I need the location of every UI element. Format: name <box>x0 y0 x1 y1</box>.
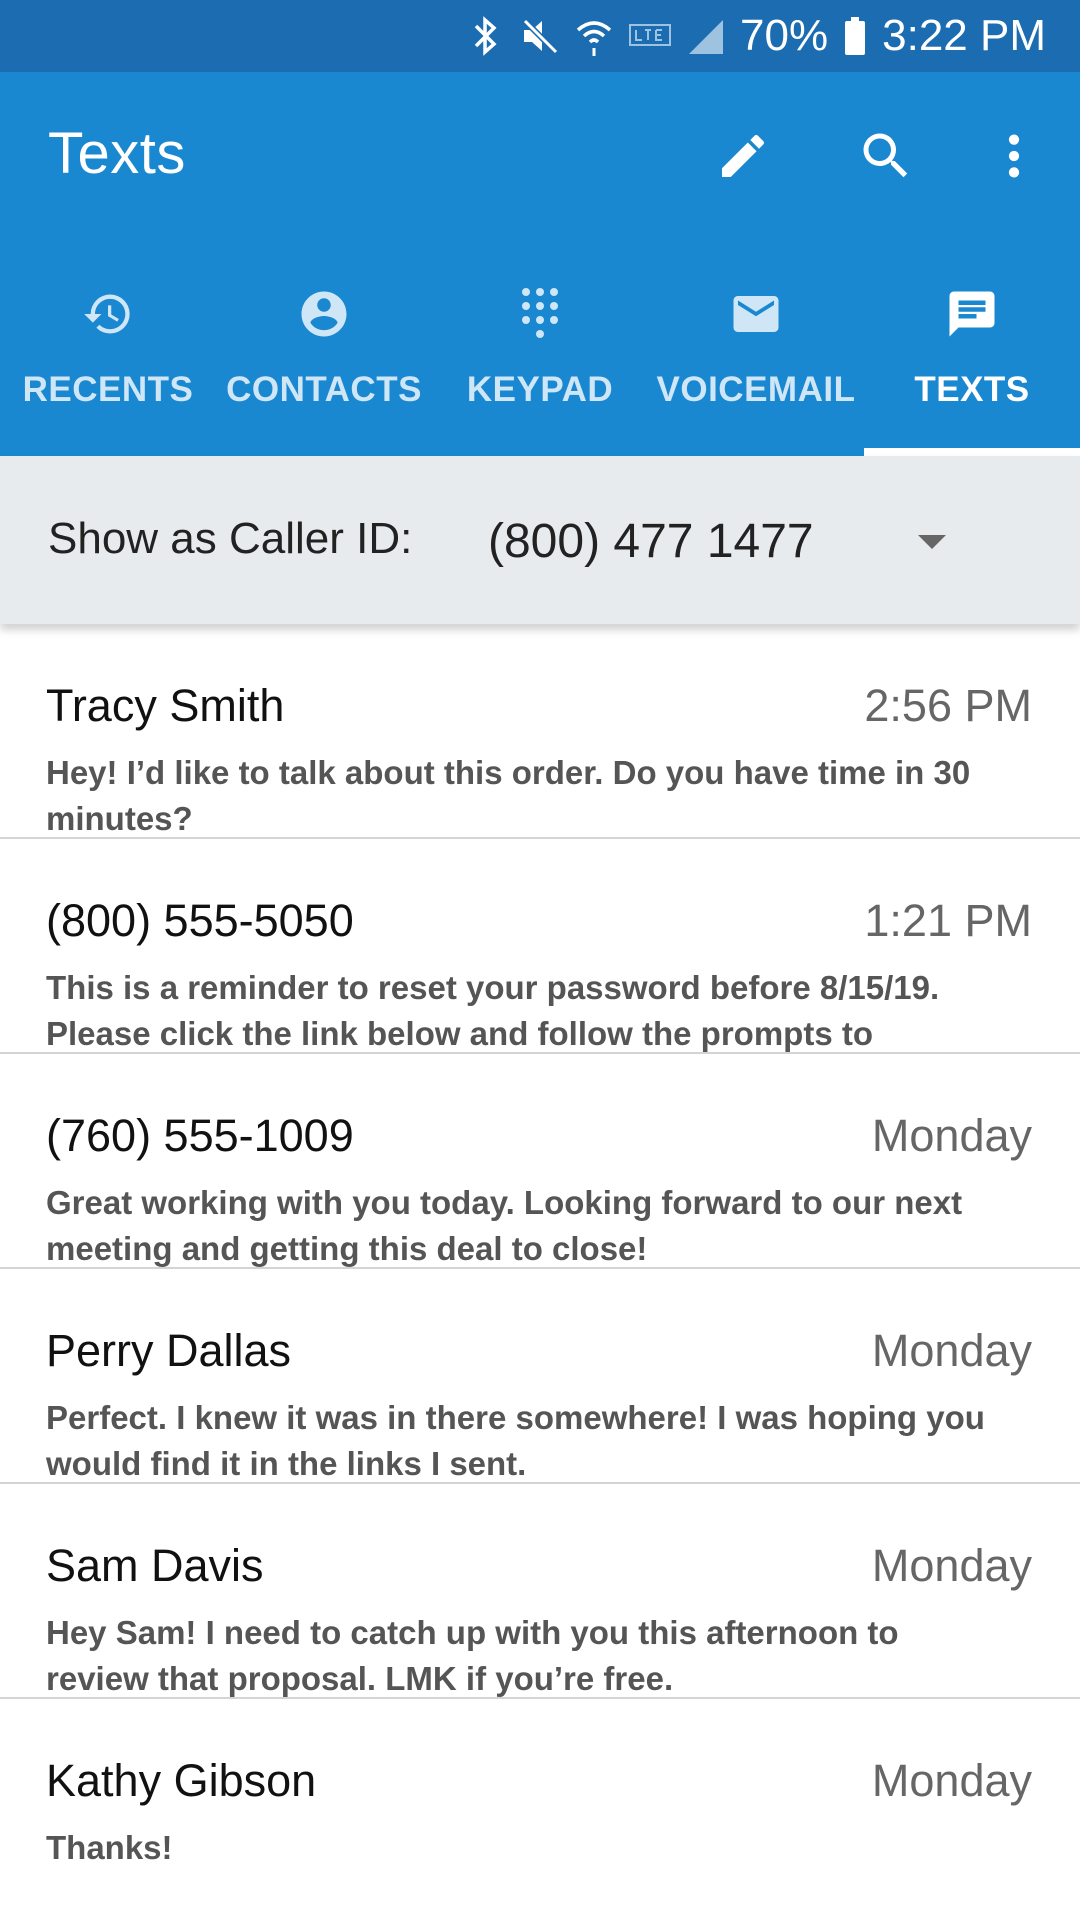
thread-preview: Perfect. I knew it was in there somewher… <box>46 1399 985 1482</box>
thread-item[interactable]: Sam Davis Monday Hey Sam! I need to catc… <box>0 1484 1080 1699</box>
thread-item[interactable]: (800) 555-5050 1:21 PM This is a reminde… <box>0 839 1080 1054</box>
battery-percent: 70% <box>740 11 829 60</box>
thread-sender: Tracy Smith <box>46 680 285 731</box>
more-vert-icon <box>1008 134 1020 178</box>
search-button[interactable] <box>846 116 926 196</box>
caller-id-selector[interactable]: Show as Caller ID: (800) 477 1477 <box>0 456 1080 624</box>
thread-item[interactable]: (760) 555-1009 Monday Great working with… <box>0 1054 1080 1269</box>
caller-id-label: Show as Caller ID: <box>48 514 413 563</box>
lte-icon <box>628 12 672 60</box>
dropdown-arrow-icon[interactable] <box>900 510 964 574</box>
mail-icon <box>726 284 786 344</box>
thread-sender: (760) 555-1009 <box>46 1110 354 1161</box>
tab-voicemail[interactable]: VOICEMAIL <box>648 272 864 456</box>
wifi-icon <box>574 12 614 60</box>
thread-preview: Hey Sam! I need to catch up with you thi… <box>46 1614 899 1697</box>
caller-id-value[interactable]: (800) 477 1477 <box>488 514 814 569</box>
tab-label: RECENTS <box>22 370 194 409</box>
tab-keypad[interactable]: KEYPAD <box>432 272 648 456</box>
thread-sender: Kathy Gibson <box>46 1755 317 1806</box>
mute-icon <box>520 12 560 60</box>
tab-bar: RECENTS CONTACTS KEYPAD VOICEMAIL TEXTS <box>0 272 1080 456</box>
thread-time: 1:21 PM <box>864 895 1032 946</box>
page-title: Texts <box>48 121 186 186</box>
compose-button[interactable] <box>703 116 783 196</box>
thread-time: Monday <box>871 1755 1032 1806</box>
bluetooth-icon <box>466 12 506 60</box>
status-bar: 70% 3:22 PM <box>0 0 1080 72</box>
clock: 3:22 PM <box>882 11 1046 60</box>
signal-icon <box>686 12 726 60</box>
tab-texts[interactable]: TEXTS <box>864 272 1080 456</box>
status-icons: 70% 3:22 PM <box>466 0 1046 72</box>
active-tab-indicator <box>864 448 1080 456</box>
more-options-button[interactable] <box>974 116 1054 196</box>
thread-item[interactable]: Perry Dallas Monday Perfect. I knew it w… <box>0 1269 1080 1484</box>
account-circle-icon <box>294 284 354 344</box>
dialpad-icon <box>510 284 570 344</box>
thread-item[interactable]: Tracy Smith 2:56 PM Hey! I’d like to tal… <box>0 624 1080 839</box>
tab-recents[interactable]: RECENTS <box>0 272 216 456</box>
thread-sender: Sam Davis <box>46 1540 264 1591</box>
thread-item[interactable]: Kathy Gibson Monday Thanks! <box>0 1699 1080 1914</box>
thread-preview: Great working with you today. Looking fo… <box>46 1184 963 1267</box>
tab-contacts[interactable]: CONTACTS <box>216 272 432 456</box>
app-bar: Texts RECENTS CONTACTS KEYPAD VOICEMAIL … <box>0 72 1080 456</box>
thread-list: Tracy Smith 2:56 PM Hey! I’d like to tal… <box>0 624 1080 1914</box>
thread-preview: This is a reminder to reset your passwor… <box>46 969 940 1052</box>
tab-label: TEXTS <box>914 370 1030 409</box>
tab-label: CONTACTS <box>226 370 422 409</box>
search-icon <box>863 133 908 178</box>
thread-time: Monday <box>871 1110 1032 1161</box>
battery-icon <box>842 12 868 60</box>
thread-time: Monday <box>871 1540 1032 1591</box>
history-icon <box>78 284 138 344</box>
thread-sender: (800) 555-5050 <box>46 895 354 946</box>
thread-sender: Perry Dallas <box>46 1325 292 1376</box>
thread-time: Monday <box>871 1325 1032 1376</box>
chat-icon <box>942 284 1002 344</box>
thread-preview: Hey! I’d like to talk about this order. … <box>46 754 971 837</box>
tab-label: VOICEMAIL <box>656 370 856 409</box>
thread-time: 2:56 PM <box>864 680 1032 731</box>
thread-preview: Thanks! <box>46 1829 173 1866</box>
tab-label: KEYPAD <box>466 370 614 409</box>
compose-icon <box>722 134 765 177</box>
